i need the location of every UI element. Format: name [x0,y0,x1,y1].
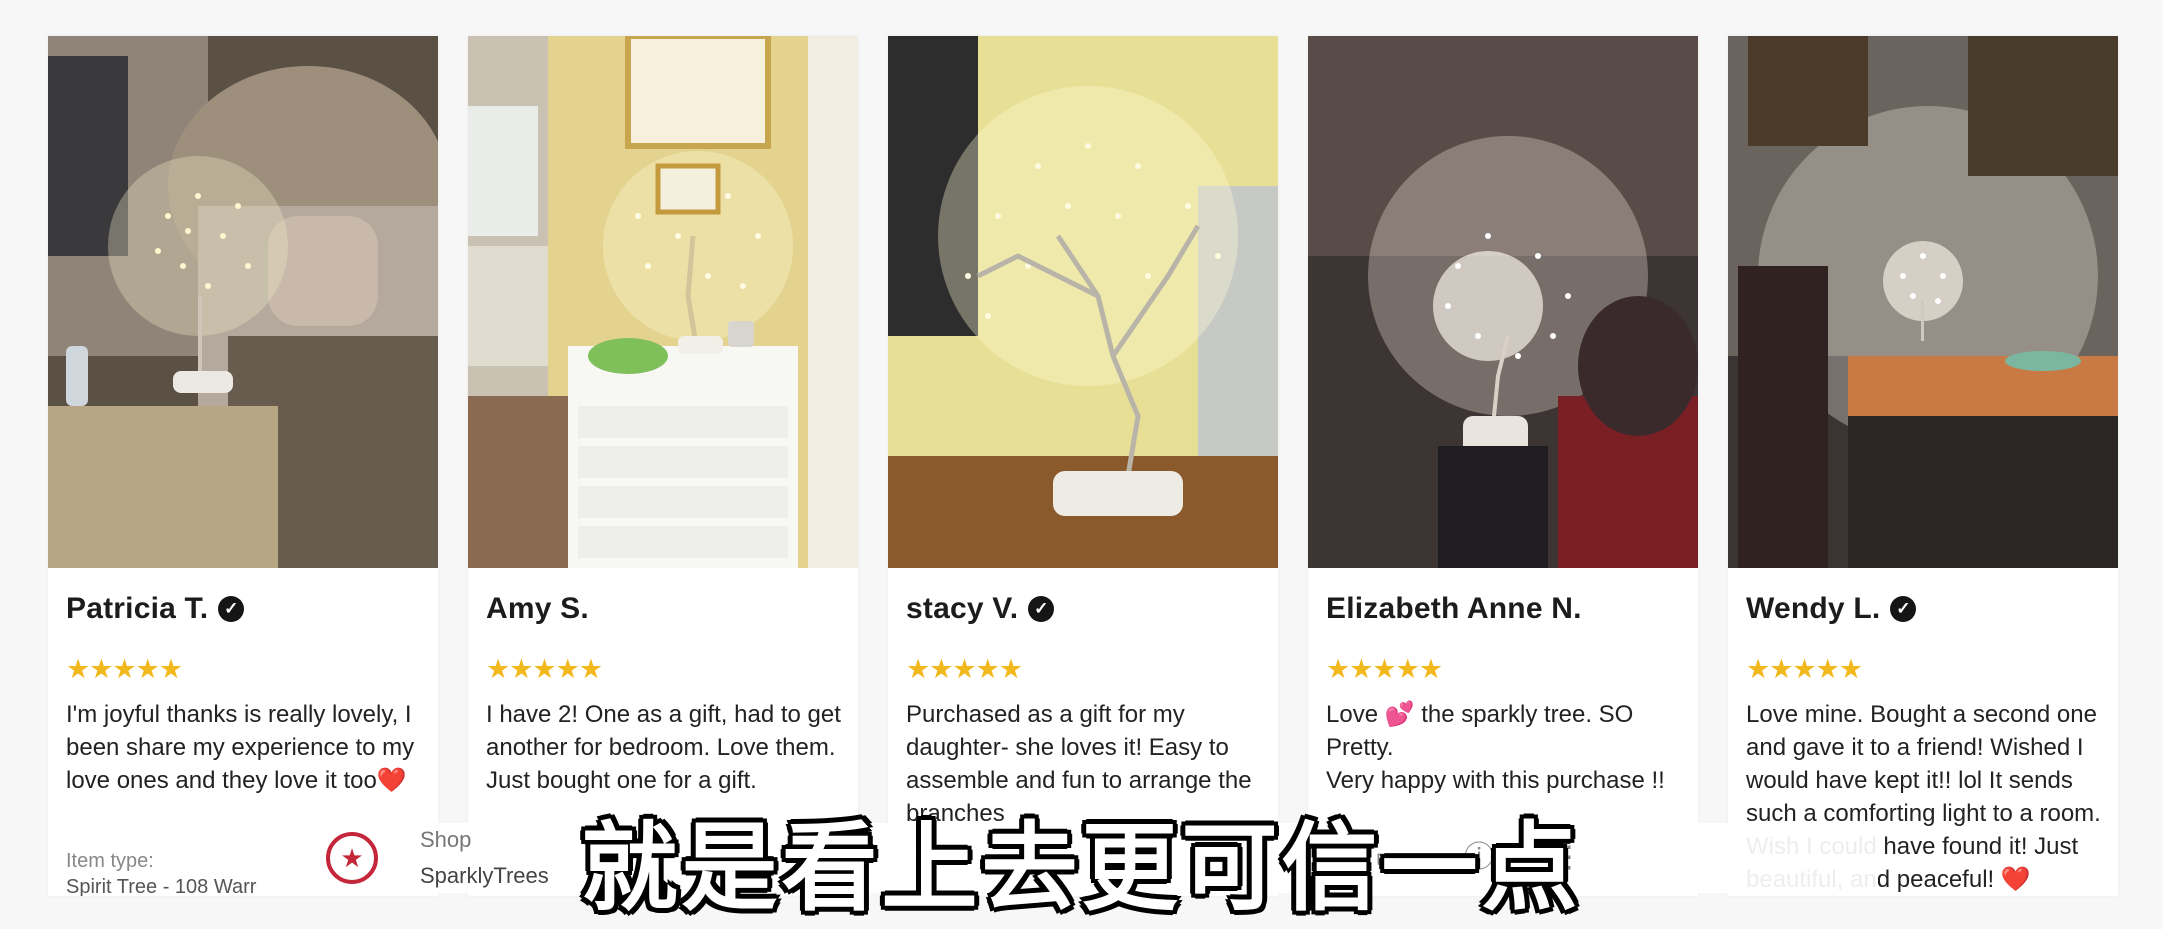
star-rating: ★★★★★ [66,654,183,684]
review-card[interactable]: Elizabeth Anne N. ★★★★★ Love 💕 the spark… [1308,36,1698,896]
review-gallery: Patricia T. ✓ ★★★★★ I'm joyful thanks is… [48,36,2118,896]
photo-dark-room-tree-lamp [1308,36,1698,568]
video-subtitle: 就是看上去更可信一点 [581,812,1582,924]
review-photo[interactable] [1728,36,2118,568]
star-rating: ★★★★★ [1746,654,1863,684]
review-card[interactable]: Patricia T. ✓ ★★★★★ I'm joyful thanks is… [48,36,438,896]
review-card[interactable]: Wendy L. ✓ ★★★★★ Love mine. Bought a sec… [1728,36,2118,896]
photo-bonsai-tree-lamp [888,36,1278,568]
reviewer-name: Patricia T. [66,592,209,625]
verified-check-icon: ✓ [1890,596,1917,622]
star-rating: ★★★★★ [1326,654,1443,684]
review-text: I'm joyful thanks is really lovely, I be… [66,701,415,794]
review-card[interactable]: Amy S. ★★★★★ I have 2! One as a gift, ha… [468,36,858,896]
photo-table-tree-lamp [1728,36,2118,568]
review-text: Love 💕 the sparkly tree. SO Pretty. Very… [1326,701,1665,794]
verified-check-icon: ✓ [1028,596,1055,622]
review-card[interactable]: stacy V. ✓ ★★★★★ Purchased as a gift for… [888,36,1278,896]
review-photo[interactable] [888,36,1278,568]
review-photo[interactable] [468,36,858,568]
reviewer-name: Wendy L. [1746,592,1881,625]
star-rating: ★★★★★ [906,654,1023,684]
review-text: I have 2! One as a gift, had to get anot… [486,701,841,794]
photo-bedroom-tree-lamp [48,36,438,568]
reviewer-name: Elizabeth Anne N. [1326,592,1582,625]
star-rating: ★★★★★ [486,654,603,684]
reviewer-name: stacy V. [906,592,1019,625]
review-photo[interactable] [1308,36,1698,568]
verified-check-icon: ✓ [218,596,245,622]
photo-dresser-tree-lamp [468,36,858,568]
review-photo[interactable] [48,36,438,568]
reviewer-name: Amy S. [486,592,589,625]
